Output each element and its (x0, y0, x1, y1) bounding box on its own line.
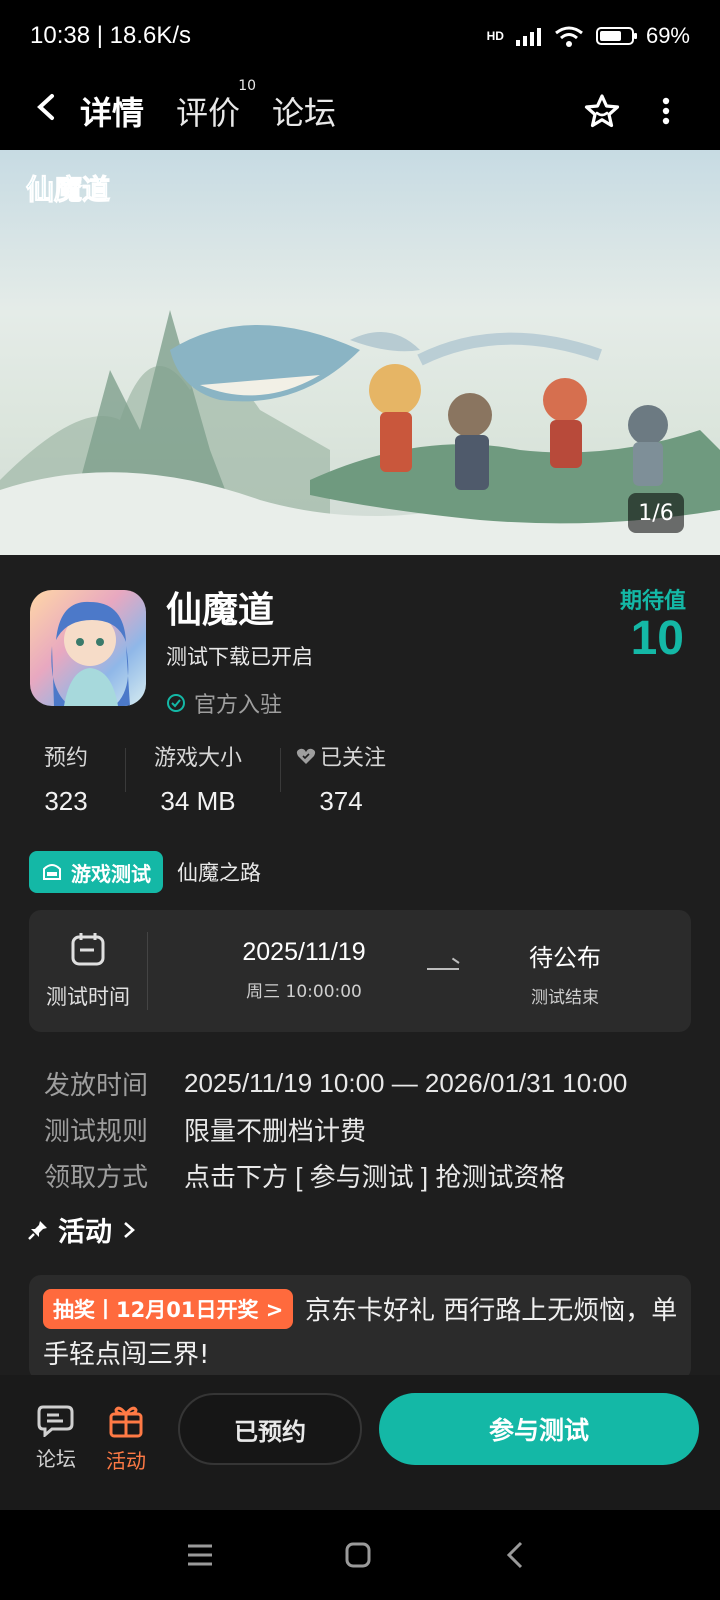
test-time-block: 测试时间 (29, 910, 147, 1032)
activity-shortcut[interactable]: 活动 (96, 1403, 156, 1474)
wifi-icon (555, 26, 583, 47)
stat-game-size: 游戏大小 34 MB (154, 740, 242, 817)
chevron-left-icon (37, 94, 54, 120)
back-button[interactable] (34, 91, 80, 131)
signal-icon (515, 28, 541, 46)
status-bar: 10:38 | 18.6K/s HD 69% (0, 0, 720, 72)
back-triangle-icon (506, 1541, 523, 1569)
official-badge: 官方入驻 (166, 687, 282, 719)
details-content: 仙魔道 测试下载已开启 官方入驻 期待值 10 预约 323 游戏大小 34 M… (0, 555, 720, 1510)
info-key: 领取方式 (44, 1162, 149, 1193)
tab-forum-label: 论坛 (272, 94, 337, 132)
app-icon-art (51, 601, 130, 706)
stat-followers-value: 374 (319, 786, 363, 816)
favorite-button[interactable] (582, 91, 622, 131)
info-value: 限量不删档计费 (184, 1115, 367, 1146)
info-key: 测试规则 (44, 1116, 149, 1147)
forum-shortcut[interactable]: 论坛 (26, 1403, 86, 1472)
reviews-count-badge: 10 (238, 78, 257, 94)
calendar-icon (71, 933, 105, 966)
info-row: 发放时间 2025/11/19 10:00 — 2026/01/31 10:00 (44, 1060, 627, 1106)
app-subtitle: 测试下载已开启 (166, 645, 313, 669)
menu-nav-button[interactable] (175, 1530, 225, 1580)
info-value: 2025/11/19 10:00 — 2026/01/31 10:00 (184, 1067, 628, 1098)
stat-game-size-value: 34 MB (160, 786, 236, 816)
pin-icon (28, 1220, 47, 1240)
test-icon (43, 864, 61, 880)
star-icon (584, 94, 620, 128)
activity-section-header[interactable]: 活动 (28, 1210, 136, 1249)
info-value: 点击下方 [ 参与测试 ] 抢测试资格 (184, 1161, 566, 1192)
test-end: 待公布 测试结束 (505, 938, 625, 1008)
test-start-date: 2025/11/19 (242, 938, 366, 966)
back-nav-button[interactable] (490, 1530, 540, 1580)
check-circle-icon (167, 694, 185, 712)
home-nav-button[interactable] (333, 1530, 383, 1580)
game-test-label: 游戏测试 (71, 861, 151, 886)
stat-divider (125, 748, 126, 792)
system-nav-bar (0, 1510, 720, 1600)
activity-section-title: 活动 (58, 1217, 112, 1248)
tab-details-label: 详情 (80, 94, 145, 132)
network-label: HD (486, 29, 504, 43)
game-test-tag[interactable]: 游戏测试 (29, 851, 163, 893)
app-title: 仙魔道 (166, 590, 275, 631)
expectation-value: 10 (630, 612, 684, 665)
stat-reservations-value: 323 (44, 786, 88, 816)
tab-details[interactable]: 详情 (73, 88, 151, 134)
forum-shortcut-label: 论坛 (36, 1447, 76, 1471)
home-square-icon (345, 1542, 371, 1568)
test-row: 游戏测试 仙魔之路 (29, 851, 261, 893)
info-row: 领取方式 点击下方 [ 参与测试 ] 抢测试资格 (44, 1152, 627, 1198)
test-info-list: 发放时间 2025/11/19 10:00 — 2026/01/31 10:00… (44, 1060, 627, 1198)
stat-followers[interactable]: 已关注 374 (296, 740, 386, 817)
test-end-label: 测试结束 (531, 988, 599, 1008)
battery-text: 69% (645, 23, 690, 48)
banner-page-counter: 1/6 (628, 493, 684, 533)
reserved-button[interactable]: 已预约 (178, 1393, 362, 1465)
join-test-button[interactable]: 参与测试 (379, 1393, 699, 1465)
gift-icon (109, 1406, 143, 1438)
screenshot-banner[interactable]: 仙魔道 1/6 (0, 150, 720, 555)
test-start-time: 周三 10:00:00 (246, 982, 362, 1002)
tab-forum[interactable]: 论坛 (272, 88, 336, 134)
test-time-label: 测试时间 (46, 985, 130, 1009)
stat-reservations-label: 预约 (44, 746, 89, 771)
heart-icon (296, 748, 316, 764)
activity-card[interactable]: 京东卡好礼 西行路上无烦恼，单手轻点闯三界! 抽奖丨12月01日开奖 > (29, 1275, 691, 1380)
stat-followers-text: 已关注 (320, 746, 387, 771)
app-icon (30, 590, 146, 706)
status-time-speed: 10:38 | 18.6K/s (30, 22, 192, 49)
info-key: 发放时间 (44, 1070, 149, 1101)
stat-game-size-label: 游戏大小 (154, 746, 243, 771)
more-vertical-icon (662, 97, 670, 125)
official-label: 官方入驻 (194, 693, 283, 718)
top-nav-bar: 详情 评价 10 论坛 (0, 72, 720, 150)
info-row: 测试规则 限量不删档计费 (44, 1106, 627, 1152)
lottery-tag: 抽奖丨12月01日开奖 > (43, 1289, 294, 1329)
test-start: 2025/11/19 周三 10:00:00 (229, 938, 379, 1002)
tab-reviews-label: 评价 (176, 94, 241, 132)
test-timeline-card: 测试时间 2025/11/19 周三 10:00:00 待公布 测试结束 (29, 910, 691, 1032)
chevron-right-icon (124, 1221, 135, 1238)
test-name: 仙魔之路 (177, 861, 261, 885)
test-end-status: 待公布 (529, 944, 601, 972)
timeline-divider (147, 932, 148, 1010)
stat-reservations: 预约 323 (44, 740, 88, 817)
banner-artwork (0, 310, 720, 555)
menu-icon (188, 1544, 212, 1566)
more-button[interactable] (646, 91, 686, 131)
bottom-action-bar: 论坛 活动 已预约 参与测试 (0, 1375, 720, 1510)
battery-icon (595, 27, 637, 45)
stats-row: 预约 323 游戏大小 34 MB 已关注 374 (0, 740, 720, 820)
tab-reviews[interactable]: 评价 10 (176, 78, 256, 134)
status-icons: HD 69% (487, 23, 690, 49)
activity-shortcut-label: 活动 (106, 1449, 146, 1473)
chat-icon (37, 1405, 74, 1437)
timeline-arrow (427, 968, 459, 970)
stat-followers-label: 已关注 (296, 740, 386, 772)
banner-game-logo: 仙魔道 (25, 173, 111, 207)
stat-divider (280, 748, 281, 792)
